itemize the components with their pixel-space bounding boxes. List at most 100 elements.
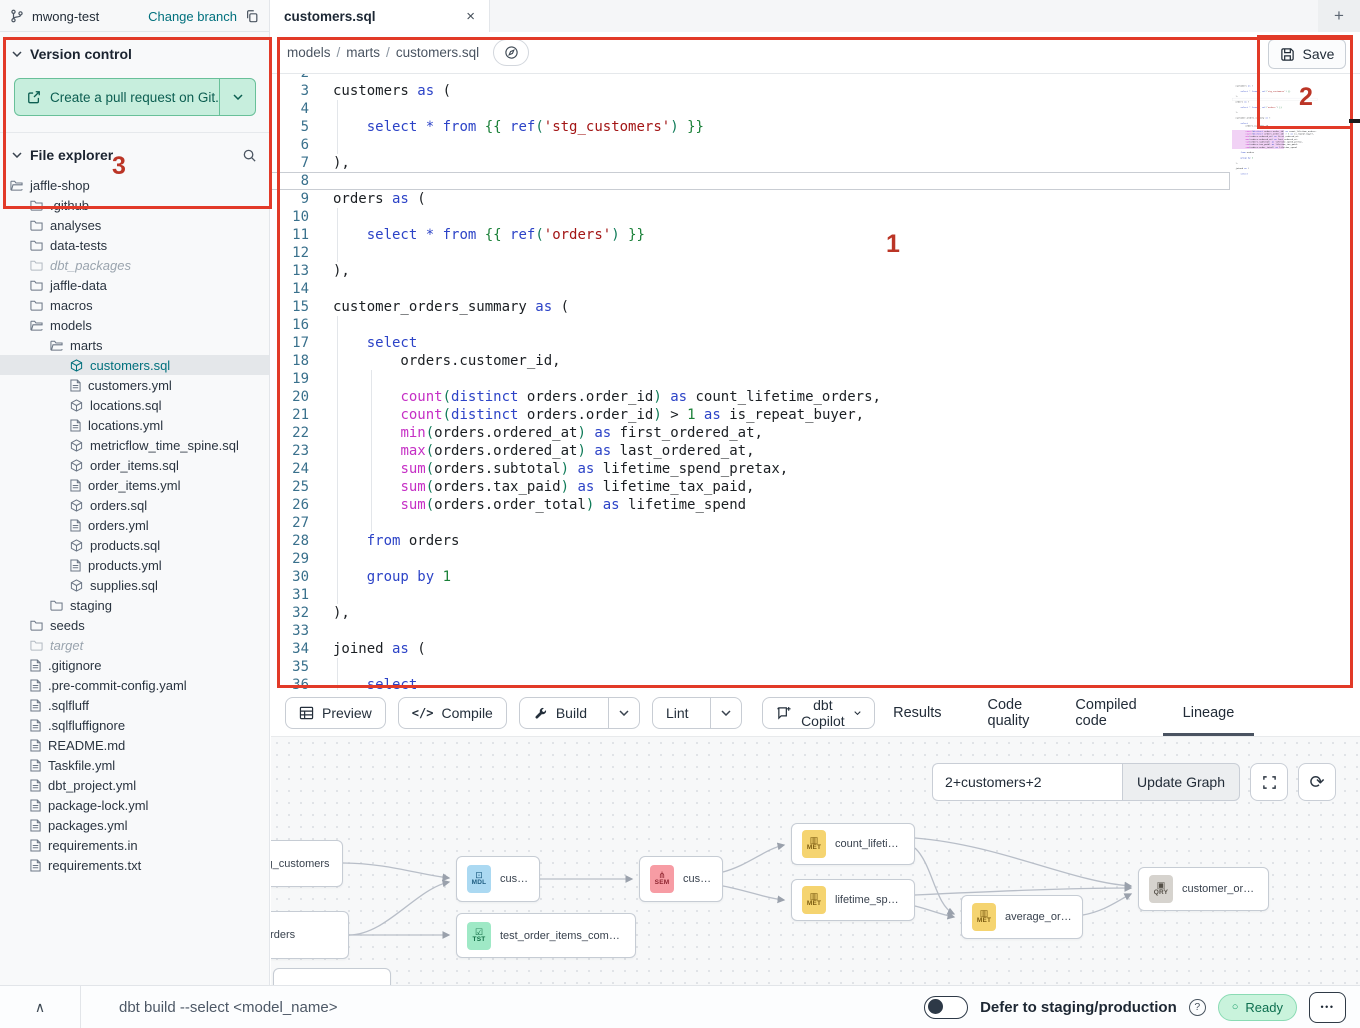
- code-line-26[interactable]: 26 sum(orders.order_total) as lifetime_s…: [271, 496, 1230, 514]
- lineage-node-customers[interactable]: ⊡MDLcustomers: [456, 856, 540, 902]
- code-line-11[interactable]: 11 select * from {{ ref('orders') }}: [271, 226, 1230, 244]
- code-line-30[interactable]: 30 group by 1: [271, 568, 1230, 586]
- tree-item-.gitignore[interactable]: .gitignore: [0, 655, 269, 675]
- code-line-24[interactable]: 24 sum(orders.subtotal) as lifetime_spen…: [271, 460, 1230, 478]
- code-line-36[interactable]: 36 select: [271, 676, 1230, 690]
- collapse-chevron-icon[interactable]: ∧: [0, 999, 80, 1016]
- lineage-node-stg_customers[interactable]: stg_customers: [271, 840, 343, 887]
- tree-item-data-tests[interactable]: data-tests: [0, 235, 269, 255]
- tree-item-macros[interactable]: macros: [0, 295, 269, 315]
- code-line-25[interactable]: 25 sum(orders.tax_paid) as lifetime_tax_…: [271, 478, 1230, 496]
- code-line-31[interactable]: 31: [271, 586, 1230, 604]
- tree-item-models[interactable]: models: [0, 315, 269, 335]
- build-dropdown-chevron-icon[interactable]: [608, 698, 639, 728]
- lint-dropdown-chevron-icon[interactable]: [710, 698, 741, 728]
- file-explorer-header[interactable]: File explorer: [0, 133, 269, 171]
- breadcrumb-marts[interactable]: marts: [346, 45, 380, 60]
- tree-item-.github[interactable]: .github: [0, 195, 269, 215]
- refresh-button[interactable]: ⟳: [1298, 763, 1336, 801]
- lint-button[interactable]: Lint: [652, 697, 742, 729]
- tab-customers-sql[interactable]: customers.sql ×: [270, 0, 490, 32]
- tree-item-README.md[interactable]: README.md: [0, 735, 269, 755]
- tree-item-products.yml[interactable]: products.yml: [0, 555, 269, 575]
- tree-item-locations.sql[interactable]: locations.sql: [0, 395, 269, 415]
- version-control-header[interactable]: Version control: [0, 32, 269, 72]
- compile-button[interactable]: </> Compile: [398, 697, 507, 729]
- close-icon[interactable]: ×: [466, 9, 475, 24]
- code-line-5[interactable]: 5 select * from {{ ref('stg_customers') …: [271, 118, 1230, 136]
- tree-item-analyses[interactable]: analyses: [0, 215, 269, 235]
- tree-item-customers.sql[interactable]: customers.sql: [0, 355, 269, 375]
- tree-item-customers.yml[interactable]: customers.yml: [0, 375, 269, 395]
- code-area[interactable]: 23customers as (45 select * from {{ ref(…: [271, 74, 1360, 690]
- tree-item-products.sql[interactable]: products.sql: [0, 535, 269, 555]
- copy-icon[interactable]: [245, 9, 259, 23]
- lineage-node-customers[interactable]: ⋔SEMcustomers: [639, 856, 723, 902]
- lineage-node-test_order_items_compute_to_bools...[interactable]: ☑TSTtest_order_items_compute_to_bools...: [456, 913, 636, 958]
- code-line-2[interactable]: 2: [271, 74, 1230, 82]
- help-icon[interactable]: ?: [1189, 999, 1206, 1016]
- tree-item-packages.yml[interactable]: packages.yml: [0, 815, 269, 835]
- code-line-8[interactable]: 8: [271, 172, 1230, 190]
- code-line-17[interactable]: 17 select: [271, 334, 1230, 352]
- new-tab-button[interactable]: +: [1318, 0, 1360, 32]
- tab-compiled-code[interactable]: Compiled code: [1069, 690, 1142, 736]
- tree-item-orders.yml[interactable]: orders.yml: [0, 515, 269, 535]
- tree-item-target[interactable]: target: [0, 635, 269, 655]
- command-input[interactable]: [81, 999, 924, 1016]
- lineage-node-count_lifetime_orders[interactable]: ▥METcount_lifetime_orders: [791, 823, 915, 865]
- fullscreen-button[interactable]: [1250, 763, 1288, 801]
- tree-item-marts[interactable]: marts: [0, 335, 269, 355]
- code-line-10[interactable]: 10: [271, 208, 1230, 226]
- code-line-22[interactable]: 22 min(orders.ordered_at) as first_order…: [271, 424, 1230, 442]
- lineage-node-customer_order_metrics[interactable]: ▣QRYcustomer_order_metrics: [1138, 867, 1269, 911]
- tree-item-jaffle-shop[interactable]: jaffle-shop: [0, 175, 269, 195]
- change-branch-link[interactable]: Change branch: [148, 9, 237, 24]
- dbt-copilot-button[interactable]: dbt Copilot: [762, 697, 876, 729]
- lineage-selector-input[interactable]: [932, 763, 1122, 801]
- defer-toggle[interactable]: [924, 996, 968, 1019]
- code-line-32[interactable]: 32),: [271, 604, 1230, 622]
- tree-item-staging[interactable]: staging: [0, 595, 269, 615]
- tree-item-supplies.sql[interactable]: supplies.sql: [0, 575, 269, 595]
- tree-item-metricflow_time_spine.sql[interactable]: metricflow_time_spine.sql: [0, 435, 269, 455]
- code-line-35[interactable]: 35: [271, 658, 1230, 676]
- code-line-19[interactable]: 19: [271, 370, 1230, 388]
- tree-item-order_items.yml[interactable]: order_items.yml: [0, 475, 269, 495]
- minimap[interactable]: 23customers as (45 select * from {{ ref(…: [1232, 82, 1322, 642]
- code-line-28[interactable]: 28 from orders: [271, 532, 1230, 550]
- tree-item-.pre-commit-config.yaml[interactable]: .pre-commit-config.yaml: [0, 675, 269, 695]
- code-line-13[interactable]: 13),: [271, 262, 1230, 280]
- save-button[interactable]: Save: [1268, 39, 1346, 69]
- tree-item-jaffle-data[interactable]: jaffle-data: [0, 275, 269, 295]
- code-line-34[interactable]: 34joined as (: [271, 640, 1230, 658]
- tree-item-requirements.in[interactable]: requirements.in: [0, 835, 269, 855]
- code-line-21[interactable]: 21 count(distinct orders.order_id) > 1 a…: [271, 406, 1230, 424]
- breadcrumb-models[interactable]: models: [287, 45, 331, 60]
- tab-code-quality[interactable]: Code quality: [982, 690, 1036, 736]
- tree-item-Taskfile.yml[interactable]: Taskfile.yml: [0, 755, 269, 775]
- update-graph-button[interactable]: Update Graph: [1122, 763, 1240, 801]
- code-line-27[interactable]: 27: [271, 514, 1230, 532]
- create-pull-request-button[interactable]: Create a pull request on Git...: [14, 78, 256, 116]
- build-button[interactable]: Build: [519, 697, 640, 729]
- tree-item-.sqlfluffignore[interactable]: .sqlfluffignore: [0, 715, 269, 735]
- search-icon[interactable]: [242, 148, 257, 163]
- code-line-14[interactable]: 14: [271, 280, 1230, 298]
- code-line-20[interactable]: 20 count(distinct orders.order_id) as co…: [271, 388, 1230, 406]
- tab-lineage[interactable]: Lineage: [1177, 690, 1241, 736]
- model-health-button[interactable]: [493, 39, 529, 66]
- tree-item-.sqlfluff[interactable]: .sqlfluff: [0, 695, 269, 715]
- code-line-6[interactable]: 6: [271, 136, 1230, 154]
- tree-item-dbt_project.yml[interactable]: dbt_project.yml: [0, 775, 269, 795]
- tree-item-order_items.sql[interactable]: order_items.sql: [0, 455, 269, 475]
- code-line-23[interactable]: 23 max(orders.ordered_at) as last_ordere…: [271, 442, 1230, 460]
- breadcrumb-file[interactable]: customers.sql: [396, 45, 479, 60]
- code-line-4[interactable]: 4: [271, 100, 1230, 118]
- tree-item-locations.yml[interactable]: locations.yml: [0, 415, 269, 435]
- code-line-7[interactable]: 7),: [271, 154, 1230, 172]
- code-line-12[interactable]: 12: [271, 244, 1230, 262]
- tab-results[interactable]: Results: [887, 690, 947, 736]
- code-line-3[interactable]: 3customers as (: [271, 82, 1230, 100]
- code-line-29[interactable]: 29: [271, 550, 1230, 568]
